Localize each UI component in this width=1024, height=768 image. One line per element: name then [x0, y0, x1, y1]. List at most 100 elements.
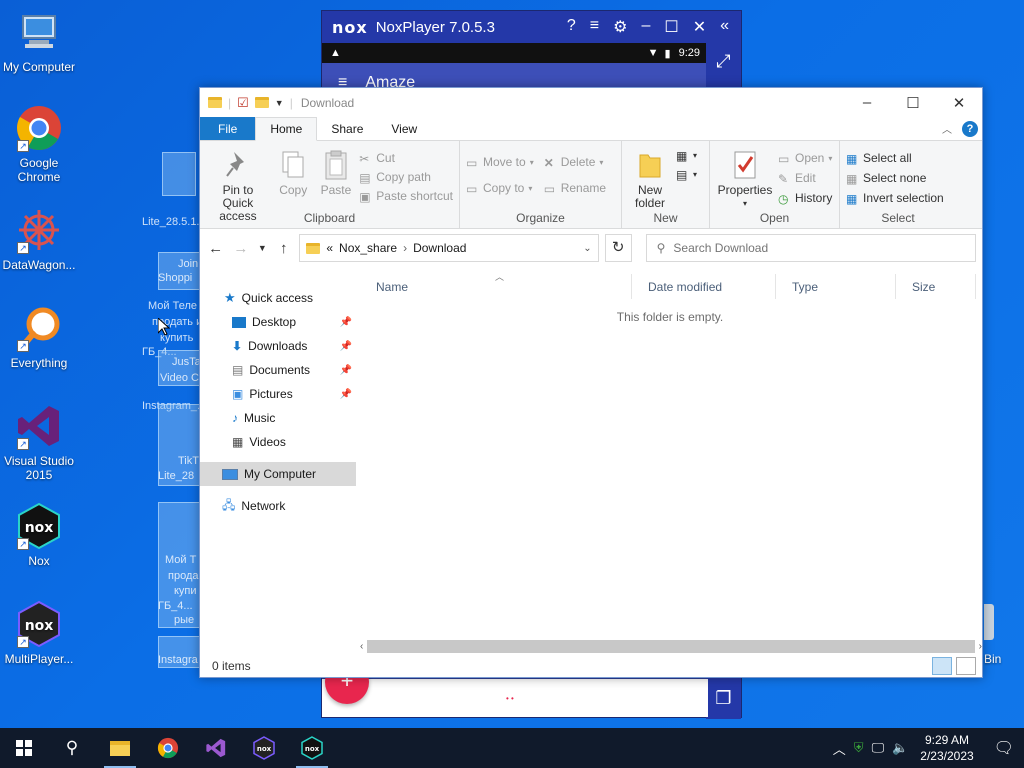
file-explorer-window[interactable]: | ☑ ▼ | Download – ☐ ✕ File Home Share V… [199, 87, 983, 678]
horizontal-scrollbar[interactable]: ‹ › [360, 638, 982, 655]
breadcrumb-nox-share[interactable]: Nox_share [339, 241, 397, 255]
copy-to-button[interactable]: ▭ Copy to ▾ [466, 181, 534, 196]
move-to-button[interactable]: ▭ Move to ▾ [466, 155, 534, 170]
invert-selection-button[interactable]: ▦ Invert selection [846, 191, 944, 206]
collapse-sidebar-icon[interactable]: « [720, 17, 729, 37]
up-arrow-icon[interactable]: ↑ [274, 240, 293, 257]
desktop-icon-multiplayer[interactable]: nox ↗ MultiPlayer... [2, 600, 76, 666]
tab-home[interactable]: Home [255, 117, 318, 141]
desktop-icon-everything[interactable]: ↗ Everything [2, 304, 76, 370]
system-tray: ︿ ⛨ 🖵 🔈 9:29 AM 2/23/2023 🗨 [833, 732, 1024, 764]
recent-apps-icon[interactable]: ❐ [706, 688, 741, 709]
notification-icon[interactable]: 🗨 [994, 738, 1014, 758]
desktop-icon-my-computer[interactable]: My Computer [2, 8, 76, 74]
recent-locations-icon[interactable]: ▼ [257, 243, 269, 253]
address-overflow[interactable]: « [326, 241, 333, 255]
nav-music[interactable]: ♪ Music [200, 406, 356, 430]
history-button[interactable]: ◷ History [778, 191, 832, 206]
search-icon[interactable]: ⚲ [48, 728, 96, 768]
open-icon: ▭ [778, 151, 790, 166]
minimize-icon[interactable]: – [641, 17, 650, 37]
close-button[interactable]: ✕ [936, 94, 982, 112]
tab-view[interactable]: View [377, 117, 431, 140]
minimize-button[interactable]: – [844, 94, 890, 112]
nav-videos[interactable]: ▦ Videos [200, 430, 356, 454]
collapse-ribbon-icon[interactable]: ︿ [942, 121, 952, 136]
desktop-icon-nox[interactable]: nox ↗ Nox [2, 502, 76, 568]
forward-arrow-icon[interactable]: → [231, 240, 250, 257]
taskbar-multiplayer[interactable]: nox [240, 728, 288, 768]
qa-dropdown-icon[interactable]: ▼ [275, 98, 284, 108]
details-view-icon[interactable] [932, 657, 952, 675]
search-box[interactable]: ⚲ [645, 234, 976, 262]
tab-file[interactable]: File [200, 117, 256, 140]
help-icon[interactable]: ? [567, 17, 576, 37]
gear-icon[interactable]: ⚙ [613, 17, 627, 37]
desktop-icon-visual-studio[interactable]: ↗ Visual Studio 2015 [2, 402, 76, 482]
back-arrow-icon[interactable]: ← [206, 240, 225, 257]
taskbar-visual-studio[interactable] [192, 728, 240, 768]
nav-desktop[interactable]: Desktop 📌 [200, 310, 356, 334]
ghost-tile [162, 152, 196, 196]
new-item-button[interactable]: ▦ ▾ [676, 149, 697, 163]
computer-icon [15, 8, 63, 56]
select-all-button[interactable]: ▦ Select all [846, 151, 944, 166]
column-size[interactable]: Size [896, 274, 976, 299]
column-type[interactable]: Type [776, 274, 896, 299]
nav-network[interactable]: 🖧 Network [200, 494, 356, 518]
tab-share[interactable]: Share [317, 117, 377, 140]
desktop-icon-recycle-bin[interactable]: Bin [984, 604, 1024, 668]
help-icon[interactable]: ? [962, 120, 978, 137]
open-button[interactable]: ▭ Open ▾ [778, 151, 832, 166]
cut-button[interactable]: ✂ Cut [359, 151, 453, 166]
nav-pictures[interactable]: ▣ Pictures 📌 [200, 382, 356, 406]
battery-icon: ▮ [664, 47, 671, 60]
search-input[interactable] [673, 241, 954, 255]
explorer-title-bar[interactable]: | ☑ ▼ | Download – ☐ ✕ [200, 88, 982, 117]
rename-button[interactable]: ▭ Rename [544, 181, 606, 196]
taskbar-file-explorer[interactable] [96, 728, 144, 768]
taskbar-chrome[interactable] [144, 728, 192, 768]
new-folder-icon[interactable] [254, 97, 269, 108]
nav-documents[interactable]: ▤ Documents 📌 [200, 358, 356, 382]
nav-my-computer[interactable]: My Computer [200, 462, 356, 486]
paste-shortcut-button[interactable]: ▣ Paste shortcut [359, 189, 453, 204]
file-list: ︿ Name Date modified Type Size This fold… [360, 272, 976, 644]
network-icon[interactable]: 🖵 [872, 740, 885, 756]
delete-button[interactable]: ✕ Delete ▾ [544, 155, 606, 170]
maximize-button[interactable]: ☐ [890, 94, 936, 112]
nox-title-bar[interactable]: nox NoxPlayer 7.0.5.3 ? ≡ ⚙ – ☐ ✕ « [322, 11, 741, 43]
start-button[interactable] [0, 728, 48, 768]
copy-path-button[interactable]: ▤ Copy path [359, 170, 453, 185]
easy-access-button[interactable]: ▤ ▾ [676, 168, 697, 182]
desktop-icon-datawagon[interactable]: ↗ DataWagon... [2, 206, 76, 272]
properties-check-icon[interactable]: ☑ [237, 95, 249, 111]
nav-downloads[interactable]: ⬇ Downloads 📌 [200, 334, 356, 358]
large-icons-view-icon[interactable] [956, 657, 976, 675]
taskbar-nox[interactable]: nox [288, 728, 336, 768]
desktop-icon-google-chrome[interactable]: ↗ Google Chrome [2, 104, 76, 184]
volume-icon[interactable]: 🔈 [892, 740, 908, 756]
edit-button[interactable]: ✎ Edit [778, 171, 832, 186]
pin-icon: 📌 [339, 388, 352, 400]
multiplayer-icon: nox ↗ [15, 600, 63, 648]
quick-access-toolbar: | ☑ ▼ | [208, 95, 293, 111]
column-date-modified[interactable]: Date modified [632, 274, 776, 299]
pin-icon [224, 149, 252, 181]
refresh-icon[interactable]: ↻ [604, 234, 632, 262]
nav-quick-access[interactable]: ★ Quick access [200, 286, 356, 310]
fullscreen-icon[interactable]: ⤢ [706, 51, 741, 72]
maximize-icon[interactable]: ☐ [664, 17, 678, 37]
defender-icon[interactable]: ⛨ [854, 740, 864, 756]
clock[interactable]: 9:29 AM 2/23/2023 [916, 732, 977, 764]
address-bar[interactable]: « Nox_share › Download ⌄ [299, 234, 599, 262]
scroll-left-icon[interactable]: ‹ [360, 641, 363, 652]
scroll-right-icon[interactable]: › [979, 641, 982, 652]
breadcrumb-download[interactable]: Download [413, 241, 466, 255]
tray-overflow-icon[interactable]: ︿ [833, 739, 846, 758]
address-dropdown-icon[interactable]: ⌄ [583, 243, 591, 254]
menu-icon[interactable]: ≡ [590, 17, 599, 37]
select-none-button[interactable]: ▦ Select none [846, 171, 944, 186]
scroll-thumb[interactable] [367, 640, 975, 653]
close-icon[interactable]: ✕ [693, 17, 706, 37]
